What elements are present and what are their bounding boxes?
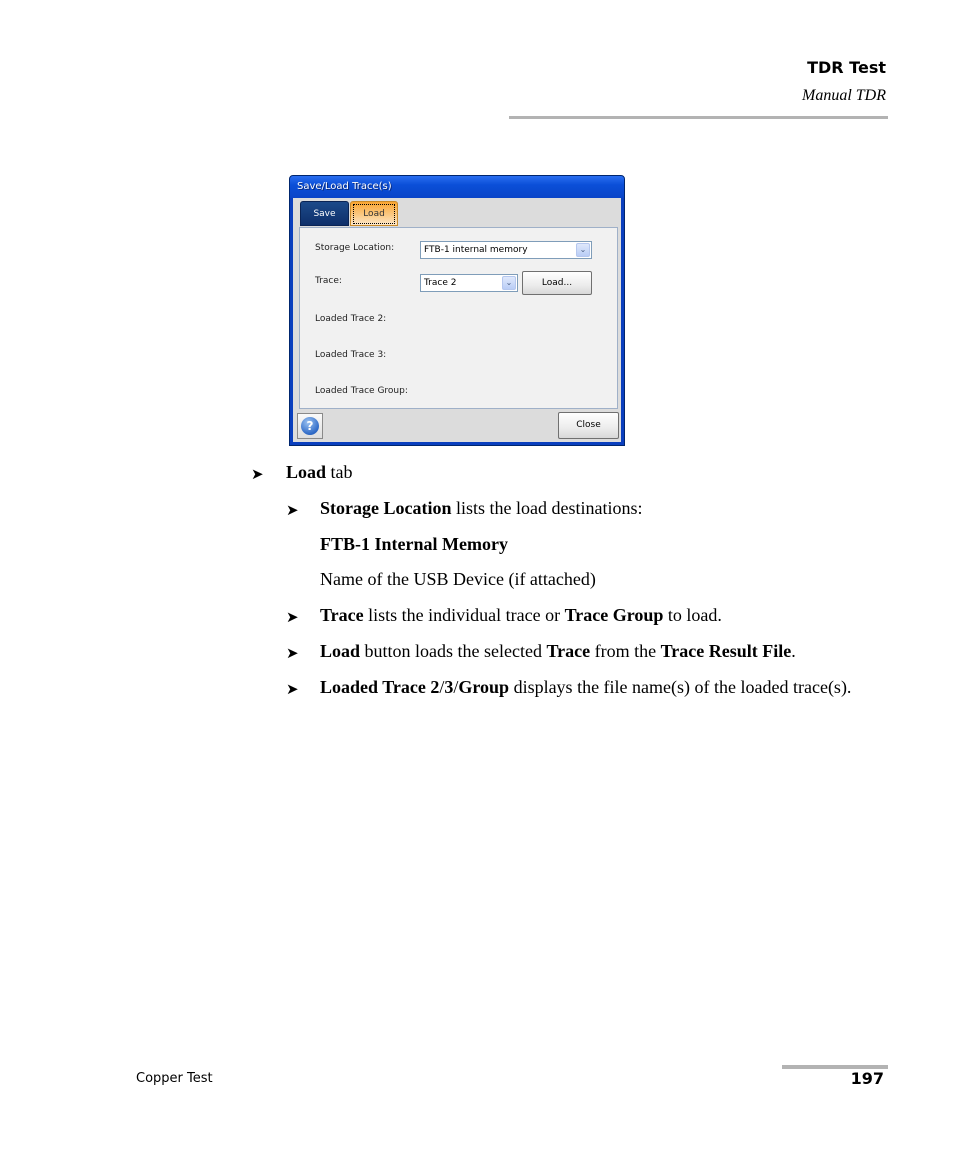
page-number: 197 (850, 1069, 884, 1088)
loaded-trace-group-label: Loaded Trace Group: (315, 386, 408, 396)
item-text: lists the load destinations: (451, 498, 643, 518)
item-bold: Trace Result File (660, 641, 792, 661)
trace-select[interactable]: Trace 2 ⌄ (420, 274, 518, 292)
header-rule (509, 116, 888, 119)
tab-load[interactable]: Load (350, 201, 398, 226)
bullet-arrow-icon: ➤ (286, 680, 299, 698)
bullet-arrow-icon: ➤ (286, 644, 299, 662)
dialog-client: Save Load Storage Location: FTB-1 intern… (293, 198, 621, 442)
item-loaded-trace: Loaded Trace 2/3/Group displays the file… (320, 675, 890, 700)
item-trace: Trace lists the individual trace or Trac… (320, 603, 722, 628)
chevron-down-icon[interactable]: ⌄ (576, 243, 590, 257)
tab-save[interactable]: Save (300, 201, 349, 226)
focus-rect (353, 204, 395, 224)
destination-usb: Name of the USB Device (if attached) (320, 569, 596, 589)
trace-label: Trace: (315, 276, 342, 286)
page-header-title: TDR Test (807, 58, 886, 77)
help-icon: ? (301, 417, 319, 435)
bullet-arrow-icon: ➤ (251, 465, 264, 483)
storage-location-value: FTB-1 internal memory (424, 245, 528, 255)
close-button[interactable]: Close (558, 412, 619, 439)
item-text: to load. (663, 605, 722, 625)
load-panel: Storage Location: FTB-1 internal memory … (299, 227, 618, 409)
item-bold: Load (286, 462, 327, 482)
dialog-titlebar[interactable]: Save/Load Trace(s) (290, 176, 624, 198)
item-text: displays the file name(s) of the loaded … (509, 677, 852, 697)
item-text: button loads the selected (360, 641, 547, 661)
chevron-down-icon[interactable]: ⌄ (502, 276, 516, 290)
item-bold: 3 (444, 677, 454, 697)
destination-internal-memory: FTB-1 Internal Memory (320, 532, 508, 557)
item-text: tab (326, 462, 353, 482)
save-load-dialog: Save/Load Trace(s) Save Load Storage Loc… (289, 175, 625, 446)
dialog-title: Save/Load Trace(s) (297, 181, 392, 192)
bullet-arrow-icon: ➤ (286, 501, 299, 519)
item-bold: Storage Location (320, 498, 452, 518)
help-button[interactable]: ? (297, 413, 323, 439)
page-header-subtitle: Manual TDR (802, 87, 886, 104)
item-load-button: Load button loads the selected Trace fro… (320, 639, 796, 664)
loaded-trace-3-label: Loaded Trace 3: (315, 350, 387, 360)
footer-section: Copper Test (136, 1071, 213, 1086)
storage-location-select[interactable]: FTB-1 internal memory ⌄ (420, 241, 592, 259)
load-button[interactable]: Load... (522, 271, 592, 295)
storage-location-label: Storage Location: (315, 243, 395, 253)
item-text: from the (590, 641, 661, 661)
destination-bold: FTB-1 Internal Memory (320, 534, 508, 554)
item-load-tab: Load tab (286, 460, 353, 485)
trace-value: Trace 2 (424, 278, 457, 288)
item-text: lists the individual trace or (363, 605, 565, 625)
bullet-arrow-icon: ➤ (286, 608, 299, 626)
item-text: . (791, 641, 796, 661)
item-bold: Group (458, 677, 510, 697)
item-bold: Trace (320, 605, 364, 625)
item-bold: Load (320, 641, 361, 661)
dialog-footer: ? Close (293, 409, 621, 442)
item-bold: Trace (546, 641, 591, 661)
loaded-trace-2-label: Loaded Trace 2: (315, 314, 387, 324)
item-bold: Trace Group (564, 605, 664, 625)
item-storage-location: Storage Location lists the load destinat… (320, 496, 642, 521)
item-bold: Loaded Trace 2 (320, 677, 440, 697)
